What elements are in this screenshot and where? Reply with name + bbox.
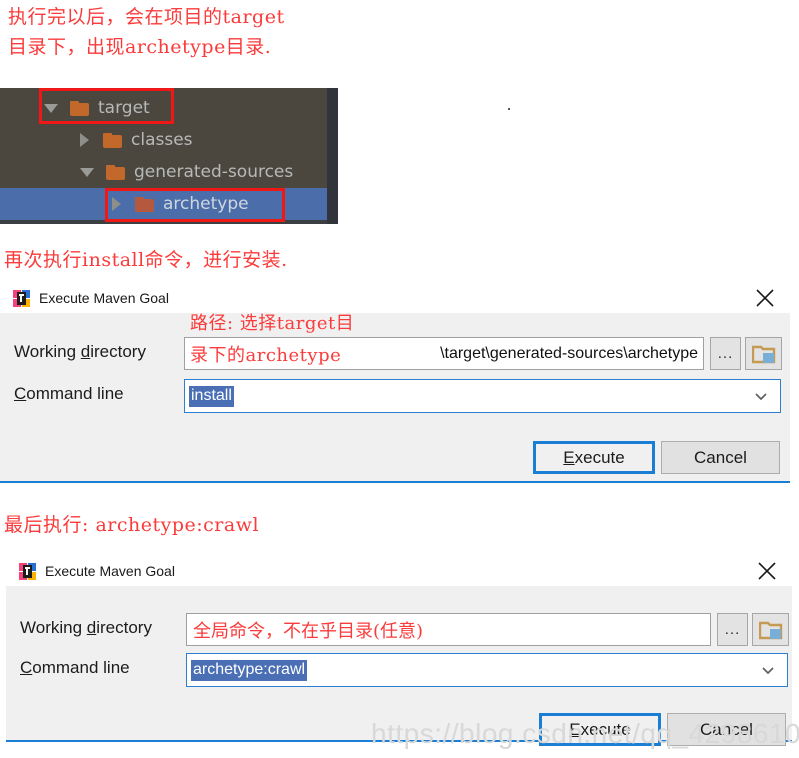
execute-maven-goal-dialog-crawl: Execute Maven Goal Working directory 全局命…	[6, 556, 792, 746]
execute-maven-goal-dialog-install: Execute Maven Goal Working directory \ta…	[0, 283, 790, 483]
open-folder-button[interactable]	[745, 337, 782, 370]
install-annotation-note: 再次执行install命令，进行安装.	[4, 249, 288, 271]
top-annotation-note: 执行完以后，会在项目的target 目录下，出现archetype目录.	[8, 6, 285, 58]
command-line-combobox[interactable]: archetype:crawl	[186, 653, 788, 687]
chevron-down-icon[interactable]	[761, 663, 775, 677]
command-line-combobox[interactable]: install	[184, 379, 781, 413]
folder-icon	[106, 164, 125, 180]
project-tree-panel: target classes generated-sources archety…	[0, 88, 338, 224]
chevron-down-icon[interactable]	[44, 103, 58, 113]
close-icon[interactable]	[756, 560, 778, 582]
tree-row-generated-sources[interactable]: generated-sources	[0, 156, 327, 188]
working-directory-label: Working directory	[20, 618, 152, 637]
folder-icon	[135, 196, 154, 212]
tree-item-label: archetype	[163, 194, 249, 214]
browse-button[interactable]: ...	[717, 613, 748, 646]
dialog-body: Working directory \target\generated-sour…	[0, 313, 790, 483]
intellij-idea-icon	[19, 562, 36, 580]
tree-item-label: generated-sources	[134, 162, 294, 182]
command-line-value: archetype:crawl	[191, 659, 308, 681]
close-icon[interactable]	[754, 287, 776, 309]
dialog-title: Execute Maven Goal	[45, 563, 175, 579]
command-line-label: Command line	[14, 384, 124, 403]
dialog-title: Execute Maven Goal	[39, 290, 169, 306]
artifact-dot	[508, 108, 510, 110]
cancel-button[interactable]: Cancel	[661, 441, 780, 474]
intellij-idea-icon	[13, 289, 30, 307]
folder-icon	[70, 100, 89, 116]
chevron-right-icon[interactable]	[80, 133, 89, 147]
chevron-down-icon[interactable]	[80, 167, 94, 177]
browse-button-label: ...	[717, 345, 734, 362]
folder-open-icon	[758, 619, 783, 641]
browse-button-label: ...	[724, 621, 741, 638]
chevron-down-icon[interactable]	[754, 389, 768, 403]
crawl-annotation-note: 最后执行: archetype:crawl	[4, 514, 260, 536]
execute-button-label: Execute	[563, 447, 625, 467]
dialog-titlebar: Execute Maven Goal	[6, 556, 792, 586]
browse-button[interactable]: ...	[710, 337, 741, 370]
path-hint-annotation: 路径: 选择target目 录下的archetype	[190, 313, 355, 366]
watermark: https://blog.csdn.net/qq_42986107	[371, 718, 799, 749]
chevron-right-icon[interactable]	[112, 197, 121, 211]
tree-row-target[interactable]: target	[0, 92, 327, 124]
folder-open-icon	[751, 343, 776, 365]
tree-item-label: classes	[131, 130, 193, 150]
cancel-button-label: Cancel	[694, 447, 747, 467]
command-line-label: Command line	[20, 658, 130, 677]
tree-scrollbar[interactable]	[327, 88, 338, 224]
execute-button[interactable]: Execute	[533, 441, 655, 474]
open-folder-button[interactable]	[752, 613, 789, 646]
working-directory-label: Working directory	[14, 342, 146, 361]
folder-icon	[103, 132, 122, 148]
tree-row-classes[interactable]: classes	[0, 124, 327, 156]
tree-item-label: target	[98, 98, 150, 118]
working-directory-input[interactable]: 全局命令，不在乎目录(任意)	[186, 613, 711, 646]
command-line-value: install	[189, 385, 234, 407]
working-directory-value: 全局命令，不在乎目录(任意)	[193, 620, 424, 642]
dialog-titlebar: Execute Maven Goal	[0, 283, 790, 313]
tree-row-archetype[interactable]: archetype	[0, 188, 327, 220]
